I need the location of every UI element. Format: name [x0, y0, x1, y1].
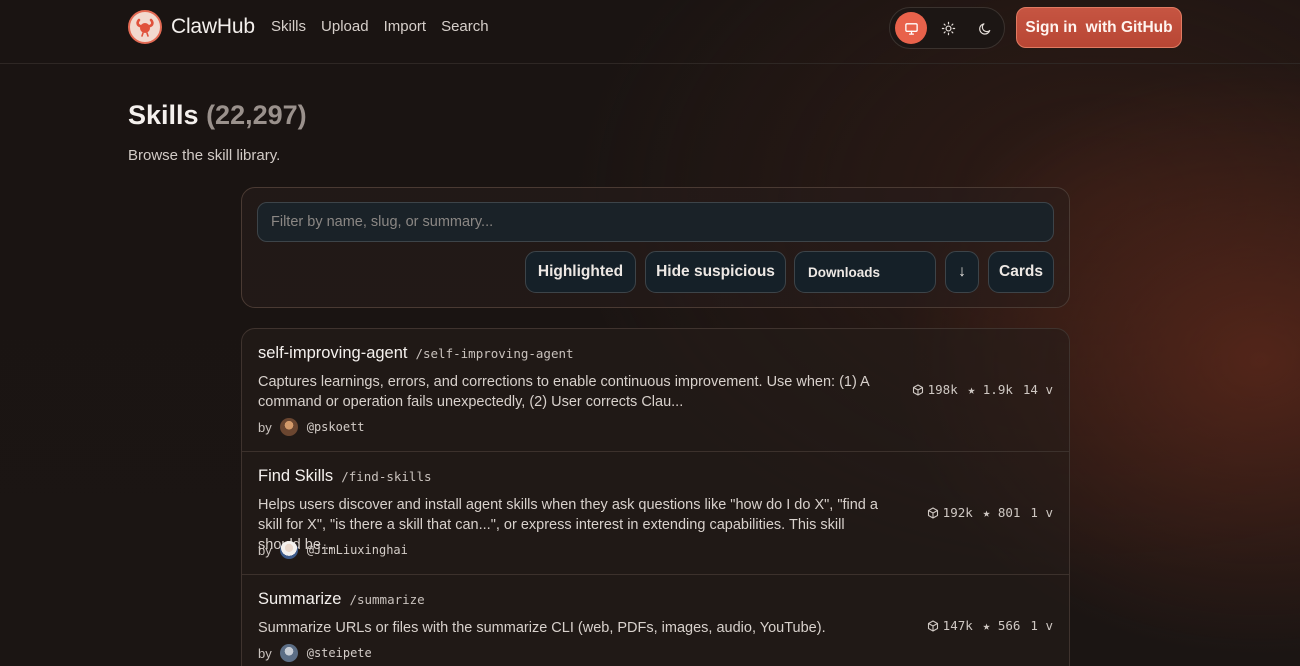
stars-count: ★ 566 — [982, 618, 1021, 633]
skill-author: by @steipete — [258, 644, 372, 662]
theme-switcher — [889, 7, 1005, 49]
skill-name: self-improving-agent — [258, 344, 408, 362]
downloads-stat: 198k — [912, 382, 958, 397]
light-theme-button[interactable] — [932, 12, 964, 44]
sun-icon — [941, 21, 955, 35]
versions-count: 1 v — [1030, 618, 1053, 633]
by-label: by — [258, 645, 272, 661]
skills-count: (22,297) — [206, 100, 307, 130]
skill-filter-input[interactable] — [257, 202, 1054, 242]
skill-stats: 147k ★ 566 1 v — [927, 618, 1053, 633]
skill-author: by @pskoett — [258, 418, 365, 436]
page-title: Skills (22,297) — [128, 100, 307, 131]
top-bar: ClawHub Skills Upload Import Search Sign… — [0, 0, 1300, 64]
downloads-count: 198k — [927, 382, 958, 397]
skill-title[interactable]: Find Skills/find-skills — [258, 467, 432, 486]
skill-name: Find Skills — [258, 467, 334, 485]
versions-count: 1 v — [1030, 505, 1053, 520]
skill-row[interactable]: self-improving-agent/self-improving-agen… — [242, 329, 1069, 452]
skill-stats: 192k ★ 801 1 v — [927, 505, 1053, 520]
downloads-stat: 192k — [927, 505, 973, 520]
page-title-text: Skills — [128, 100, 199, 130]
hide-suspicious-toggle[interactable]: Hide suspicious — [645, 251, 786, 293]
skill-title[interactable]: Summarize/summarize — [258, 590, 425, 609]
skill-slug: /summarize — [349, 592, 425, 607]
view-mode-button[interactable]: Cards — [988, 251, 1054, 293]
filter-panel: Highlighted Hide suspicious Downloads ↓ … — [241, 187, 1070, 308]
by-label: by — [258, 542, 272, 558]
nav-upload[interactable]: Upload — [321, 18, 369, 35]
stars-count: ★ 801 — [982, 505, 1021, 520]
main-nav: Skills Upload Import Search — [271, 18, 489, 35]
avatar — [279, 644, 298, 662]
brand-name: ClawHub — [171, 15, 255, 38]
brand-link[interactable]: ClawHub — [128, 10, 255, 44]
package-icon — [912, 383, 923, 396]
nav-skills[interactable]: Skills — [271, 18, 306, 35]
dark-theme-button[interactable] — [969, 12, 1001, 44]
skill-row[interactable]: Summarize/summarize Summarize URLs or fi… — [242, 575, 1069, 666]
versions-count: 14 v — [1022, 382, 1053, 397]
skill-title[interactable]: self-improving-agent/self-improving-agen… — [258, 344, 574, 363]
author-handle[interactable]: @JimLiuxinghai — [307, 543, 408, 557]
highlighted-toggle[interactable]: Highlighted — [525, 251, 636, 293]
author-handle[interactable]: @pskoett — [307, 420, 365, 434]
sort-select[interactable]: Downloads — [794, 251, 936, 293]
skill-list: self-improving-agent/self-improving-agen… — [241, 328, 1070, 666]
by-label: by — [258, 419, 272, 435]
system-theme-button[interactable] — [895, 12, 927, 44]
package-icon — [927, 619, 938, 632]
downloads-count: 147k — [942, 618, 973, 633]
skill-author: by @JimLiuxinghai — [258, 541, 408, 559]
skill-name: Summarize — [258, 590, 342, 608]
skill-summary: Summarize URLs or files with the summari… — [258, 620, 826, 636]
skill-slug: /self-improving-agent — [415, 346, 574, 361]
skill-summary: Captures learnings, errors, and correcti… — [258, 374, 869, 410]
nav-search[interactable]: Search — [441, 18, 489, 35]
author-handle[interactable]: @steipete — [307, 646, 372, 660]
package-icon — [927, 506, 938, 519]
skill-slug: /find-skills — [341, 469, 432, 484]
stars-count: ★ 1.9k — [967, 382, 1013, 397]
skill-row[interactable]: Find Skills/find-skills Helps users disc… — [242, 452, 1069, 575]
skill-stats: 198k ★ 1.9k 14 v — [912, 382, 1053, 397]
system-icon — [904, 22, 918, 35]
moon-icon — [978, 22, 990, 35]
sort-select-value: Downloads — [808, 264, 881, 280]
nav-import[interactable]: Import — [384, 18, 427, 35]
downloads-count: 192k — [942, 505, 973, 520]
sign-in-github-button[interactable]: Sign in with GitHub — [1016, 7, 1182, 48]
sort-direction-button[interactable]: ↓ — [945, 251, 979, 293]
avatar — [279, 418, 298, 436]
lobster-logo-icon — [128, 10, 162, 44]
downloads-stat: 147k — [927, 618, 973, 633]
avatar — [279, 541, 298, 559]
page-subtitle: Browse the skill library. — [128, 147, 281, 164]
